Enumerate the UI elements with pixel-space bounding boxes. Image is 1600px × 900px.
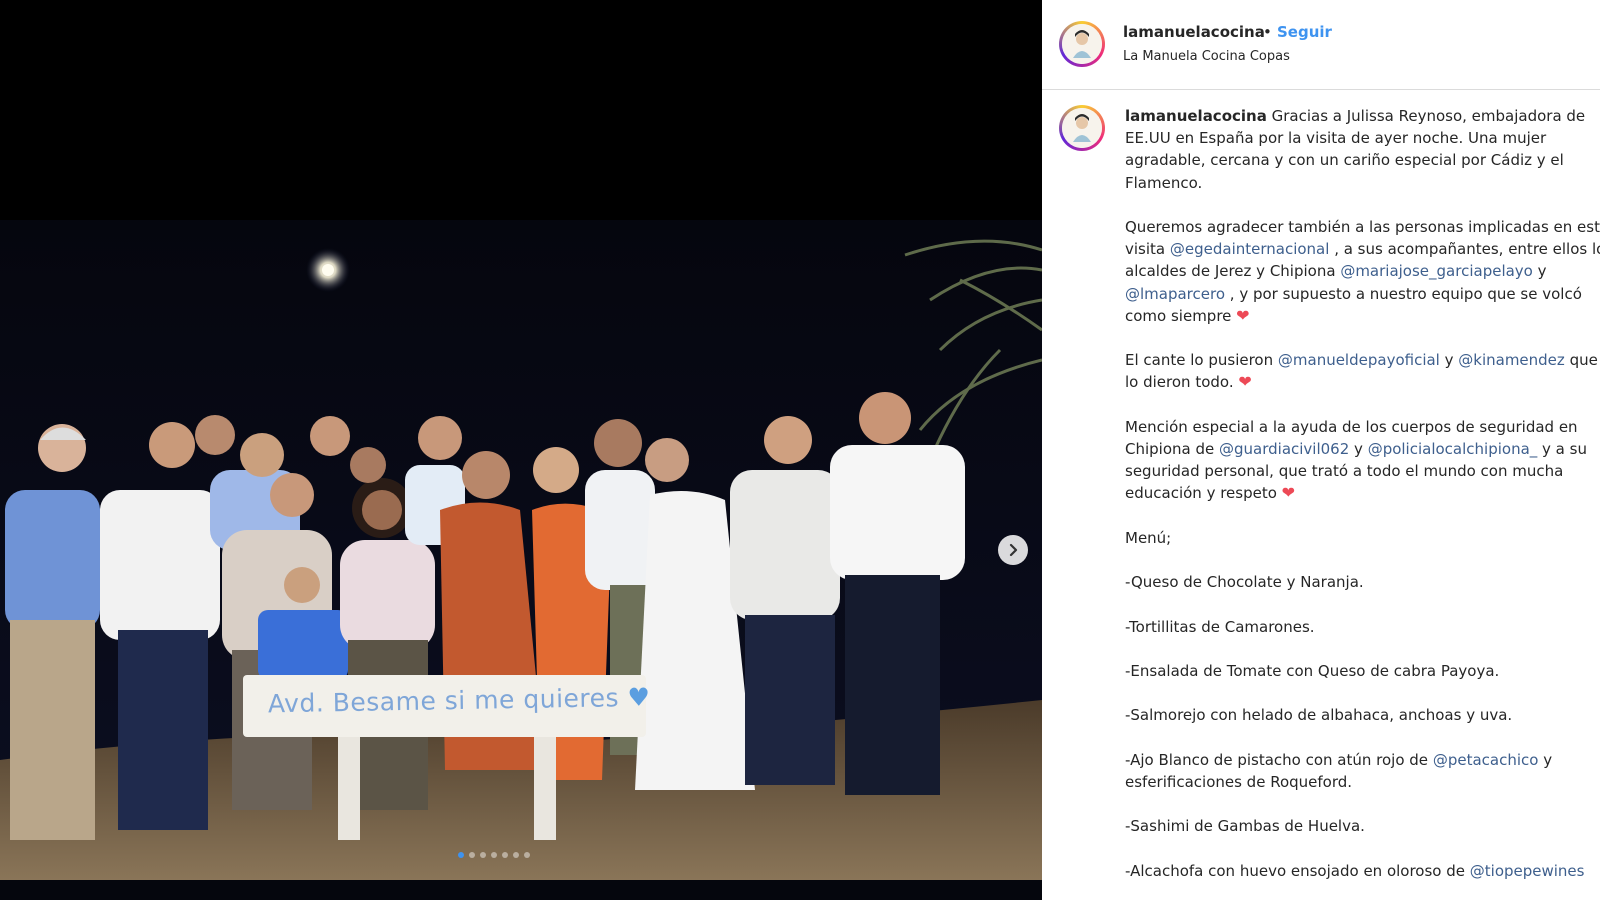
carousel-dot: [458, 852, 464, 858]
mention-link[interactable]: @guardiacivil062: [1219, 440, 1349, 458]
sign-heart-icon: ♥: [627, 682, 651, 713]
mention-link[interactable]: @policialocalchipiona_: [1368, 440, 1538, 458]
location-link[interactable]: La Manuela Cocina Copas: [1123, 49, 1290, 64]
caption-text: Queremos agradecer también a las persona…: [1125, 218, 1600, 236]
carousel-next-button[interactable]: [998, 535, 1028, 565]
caption-text: Mención especial a la ayuda de los cuerp…: [1125, 417, 1578, 436]
separator-dot: •: [1263, 23, 1272, 41]
post-media[interactable]: Avd. Besame si me quieres ♥: [0, 0, 1042, 900]
caption-text: , a sus acompañantes, entre ellos lo: [1329, 240, 1600, 259]
mention-link[interactable]: @lmaparcero: [1125, 285, 1225, 303]
caption-text: y: [1439, 351, 1459, 370]
menu-item: -Alcachofa con huevo ensojado en oloroso…: [1125, 860, 1600, 882]
mention-link[interactable]: @mariajose_garciapelayo: [1340, 262, 1533, 280]
caption-text: y a su: [1537, 440, 1587, 458]
caption-text: Gracias a Julissa Reynoso, embajadora de: [1266, 107, 1586, 125]
heart-emoji-icon: ❤: [1238, 372, 1252, 392]
caption-text: EE.UU en España por la visita de ayer no…: [1125, 129, 1547, 148]
caption-text: y: [1349, 440, 1368, 458]
caption-text: como siempre: [1125, 306, 1237, 325]
post-header: lamanuelacocina • Seguir La Manuela Coci…: [1042, 0, 1600, 90]
caption-text: y: [1532, 262, 1547, 281]
caption-text: Flamenco.: [1125, 173, 1203, 192]
avatar[interactable]: [1059, 21, 1105, 67]
caption-text: que: [1564, 351, 1598, 370]
caption-text: Chipiona de: [1125, 440, 1219, 458]
caption-text: esferificaciones de Roqueford.: [1125, 772, 1353, 791]
mention-link[interactable]: @tiopepewines: [1470, 862, 1585, 880]
caption-paragraph: El cante lo pusieron @manueldepayoficial…: [1125, 349, 1600, 393]
caption-paragraph: lamanuelacocina Gracias a Julissa Reynos…: [1125, 105, 1600, 194]
carousel-indicator: [458, 852, 530, 858]
heart-emoji-icon: ❤: [1236, 305, 1250, 325]
mention-link[interactable]: @kinamendez: [1458, 351, 1565, 369]
menu-item: -Sashimi de Gambas de Huelva.: [1125, 817, 1365, 836]
caption-text: seguridad personal, que trató a todo el …: [1125, 462, 1564, 481]
caption-text: visita: [1125, 240, 1170, 259]
carousel-dot: [469, 852, 475, 858]
username-link[interactable]: lamanuelacocina: [1123, 23, 1265, 41]
caption-text: -Ajo Blanco de pistacho con atún rojo de: [1125, 750, 1433, 769]
carousel-dot: [502, 852, 508, 858]
follow-button[interactable]: Seguir: [1277, 23, 1332, 41]
menu-item: -Queso de Chocolate y Naranja.: [1125, 573, 1364, 592]
chevron-right-icon: [1009, 543, 1018, 557]
carousel-dot: [480, 852, 486, 858]
menu-item: -Ensalada de Tomate con Queso de cabra P…: [1125, 661, 1500, 680]
caption-text: -Alcachofa con huevo ensojado en oloroso…: [1125, 861, 1470, 880]
caption-username-link[interactable]: lamanuelacocina: [1125, 107, 1267, 125]
caption-paragraph: Mención especial a la ayuda de los cuerp…: [1125, 416, 1600, 505]
caption-text: y: [1538, 750, 1553, 769]
menu-item: -Salmorejo con helado de albahaca, ancho…: [1125, 706, 1513, 725]
carousel-dot: [524, 852, 530, 858]
mention-link[interactable]: @manueldepayoficial: [1278, 351, 1440, 369]
caption-text: agradable, cercana y con un cariño espec…: [1125, 151, 1564, 170]
caption-text: educación y respeto: [1125, 484, 1282, 503]
heart-emoji-icon: ❤: [1281, 483, 1296, 503]
caption-text: , y por supuesto a nuestro equipo que se…: [1225, 284, 1582, 303]
carousel-dot: [513, 852, 519, 858]
post-caption: lamanuelacocina Gracias a Julissa Reynos…: [1125, 105, 1600, 900]
caption-paragraph: Queremos agradecer también a las persona…: [1125, 216, 1600, 327]
post-sidebar: lamanuelacocina • Seguir La Manuela Coci…: [1042, 0, 1600, 900]
menu-item: -Ajo Blanco de pistacho con atún rojo de…: [1125, 749, 1600, 793]
caption-avatar[interactable]: [1059, 105, 1105, 151]
menu-item: -Tortillitas de Camarones.: [1125, 617, 1315, 636]
mention-link[interactable]: @egedainternacional: [1170, 240, 1330, 258]
carousel-dot: [491, 852, 497, 858]
group-photo: [0, 0, 1042, 880]
caption-text: alcaldes de Jerez y Chipiona: [1125, 262, 1341, 281]
menu-title: Menú;: [1125, 528, 1172, 547]
mention-link[interactable]: @petacachico: [1433, 751, 1539, 769]
caption-text: El cante lo pusieron: [1125, 351, 1278, 370]
caption-text: lo dieron todo.: [1125, 373, 1239, 392]
